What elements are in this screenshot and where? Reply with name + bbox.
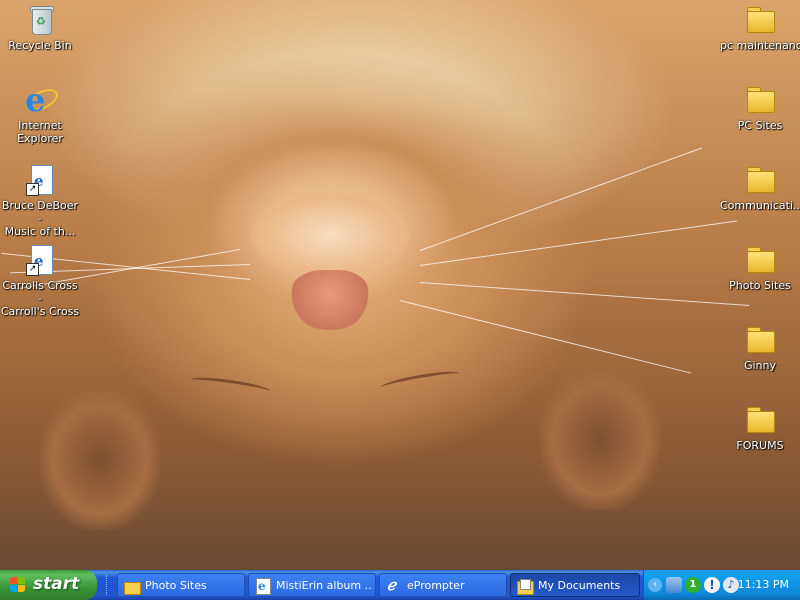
wallpaper-cat-ear xyxy=(40,390,160,530)
desktop-icon-label: FORUMS xyxy=(736,439,784,452)
wallpaper-whisker xyxy=(399,300,692,374)
desktop-folder-photo-sites[interactable]: Photo Sites xyxy=(720,243,800,292)
security-alert-icon[interactable]: ! xyxy=(704,577,720,593)
desktop-icon-label: Ginny xyxy=(743,359,777,372)
taskbar-button-label: ePrompter xyxy=(407,579,465,592)
taskbar: start Photo Sites e MistiErin album ... … xyxy=(0,570,800,600)
desktop-icon-label: Recycle Bin xyxy=(8,39,72,52)
desktop-icon-bruce-deboer[interactable]: e ↗ Bruce DeBoer - Music of th... xyxy=(0,163,80,238)
taskbar-button-label: My Documents xyxy=(538,579,621,592)
desktop-wallpaper[interactable]: ♻ Recycle Bin e Internet Explorer e ↗ Bru… xyxy=(0,0,800,570)
desktop-icon-carrolls-cross[interactable]: e ↗ Carrolls Cross - Carroll's Cross xyxy=(0,243,80,318)
start-label: start xyxy=(33,574,80,594)
desktop-icon-internet-explorer[interactable]: e Internet Explorer xyxy=(0,81,80,145)
taskbar-button-eprompter[interactable]: ℯ ePrompter xyxy=(379,573,507,597)
desktop-icon-label: Bruce DeBoer - Music of th... xyxy=(1,199,79,238)
wallpaper-whisker xyxy=(420,220,738,266)
folder-icon xyxy=(743,323,777,357)
eprompter-icon: ℯ xyxy=(387,576,396,594)
my-documents-icon xyxy=(517,578,534,595)
wallpaper-cat-muzzle xyxy=(250,190,410,280)
folder-icon xyxy=(743,3,777,37)
notification-count-icon[interactable]: 1 xyxy=(685,577,701,593)
desktop-folder-forums[interactable]: FORUMS xyxy=(720,403,800,452)
system-tray: ‹ 1 ! ♪ 11:13 PM xyxy=(643,570,800,600)
folder-icon xyxy=(743,83,777,117)
desktop-icon-label: Communicati... xyxy=(720,199,800,212)
network-icon[interactable] xyxy=(666,577,682,593)
folder-icon xyxy=(743,403,777,437)
desktop-icon-label: Carrolls Cross - Carroll's Cross xyxy=(0,279,80,318)
desktop-icon-label: PC Sites xyxy=(737,119,783,132)
taskbar-grip[interactable] xyxy=(106,575,110,595)
wallpaper-whisker xyxy=(419,282,750,307)
wallpaper-cat-eye xyxy=(379,368,461,393)
internet-explorer-icon: e xyxy=(22,81,62,119)
desktop-icon-label: Photo Sites xyxy=(729,279,791,292)
recycle-bin-icon: ♻ xyxy=(23,3,57,37)
internet-explorer-icon: e xyxy=(255,578,271,595)
desktop-folder-pc-maintenance[interactable]: pc maintenance xyxy=(720,3,800,52)
taskbar-button-label: MistiErin album ... xyxy=(276,579,371,592)
wallpaper-cat-eye xyxy=(189,374,271,397)
wallpaper-cat-ear xyxy=(540,370,660,510)
taskbar-button-my-documents[interactable]: My Documents xyxy=(510,573,640,597)
folder-icon xyxy=(743,163,777,197)
folder-icon xyxy=(124,578,141,595)
desktop-icon-label: pc maintenance xyxy=(720,39,800,52)
taskbar-button-mistierin-album[interactable]: e MistiErin album ... xyxy=(248,573,376,597)
desktop-folder-communications[interactable]: Communicati... xyxy=(720,163,800,212)
show-hidden-icons-chevron-icon[interactable]: ‹ xyxy=(648,578,662,592)
taskbar-button-label: Photo Sites xyxy=(145,579,207,592)
desktop-icon-recycle-bin[interactable]: ♻ Recycle Bin xyxy=(0,3,80,52)
speaker-icon[interactable]: ♪ xyxy=(723,577,739,593)
windows-logo-icon xyxy=(10,577,26,593)
document-shortcut-icon: e ↗ xyxy=(23,163,57,197)
start-button[interactable]: start xyxy=(0,570,97,600)
wallpaper-cat-nose xyxy=(290,270,370,330)
desktop-folder-pc-sites[interactable]: PC Sites xyxy=(720,83,800,132)
desktop-icon-label: Internet Explorer xyxy=(17,119,63,145)
desktop-folder-ginny[interactable]: Ginny xyxy=(720,323,800,372)
wallpaper-whisker xyxy=(420,147,703,251)
taskbar-button-photo-sites[interactable]: Photo Sites xyxy=(117,573,245,597)
folder-icon xyxy=(743,243,777,277)
taskbar-clock[interactable]: 11:13 PM xyxy=(738,578,789,591)
document-shortcut-icon: e ↗ xyxy=(23,243,57,277)
